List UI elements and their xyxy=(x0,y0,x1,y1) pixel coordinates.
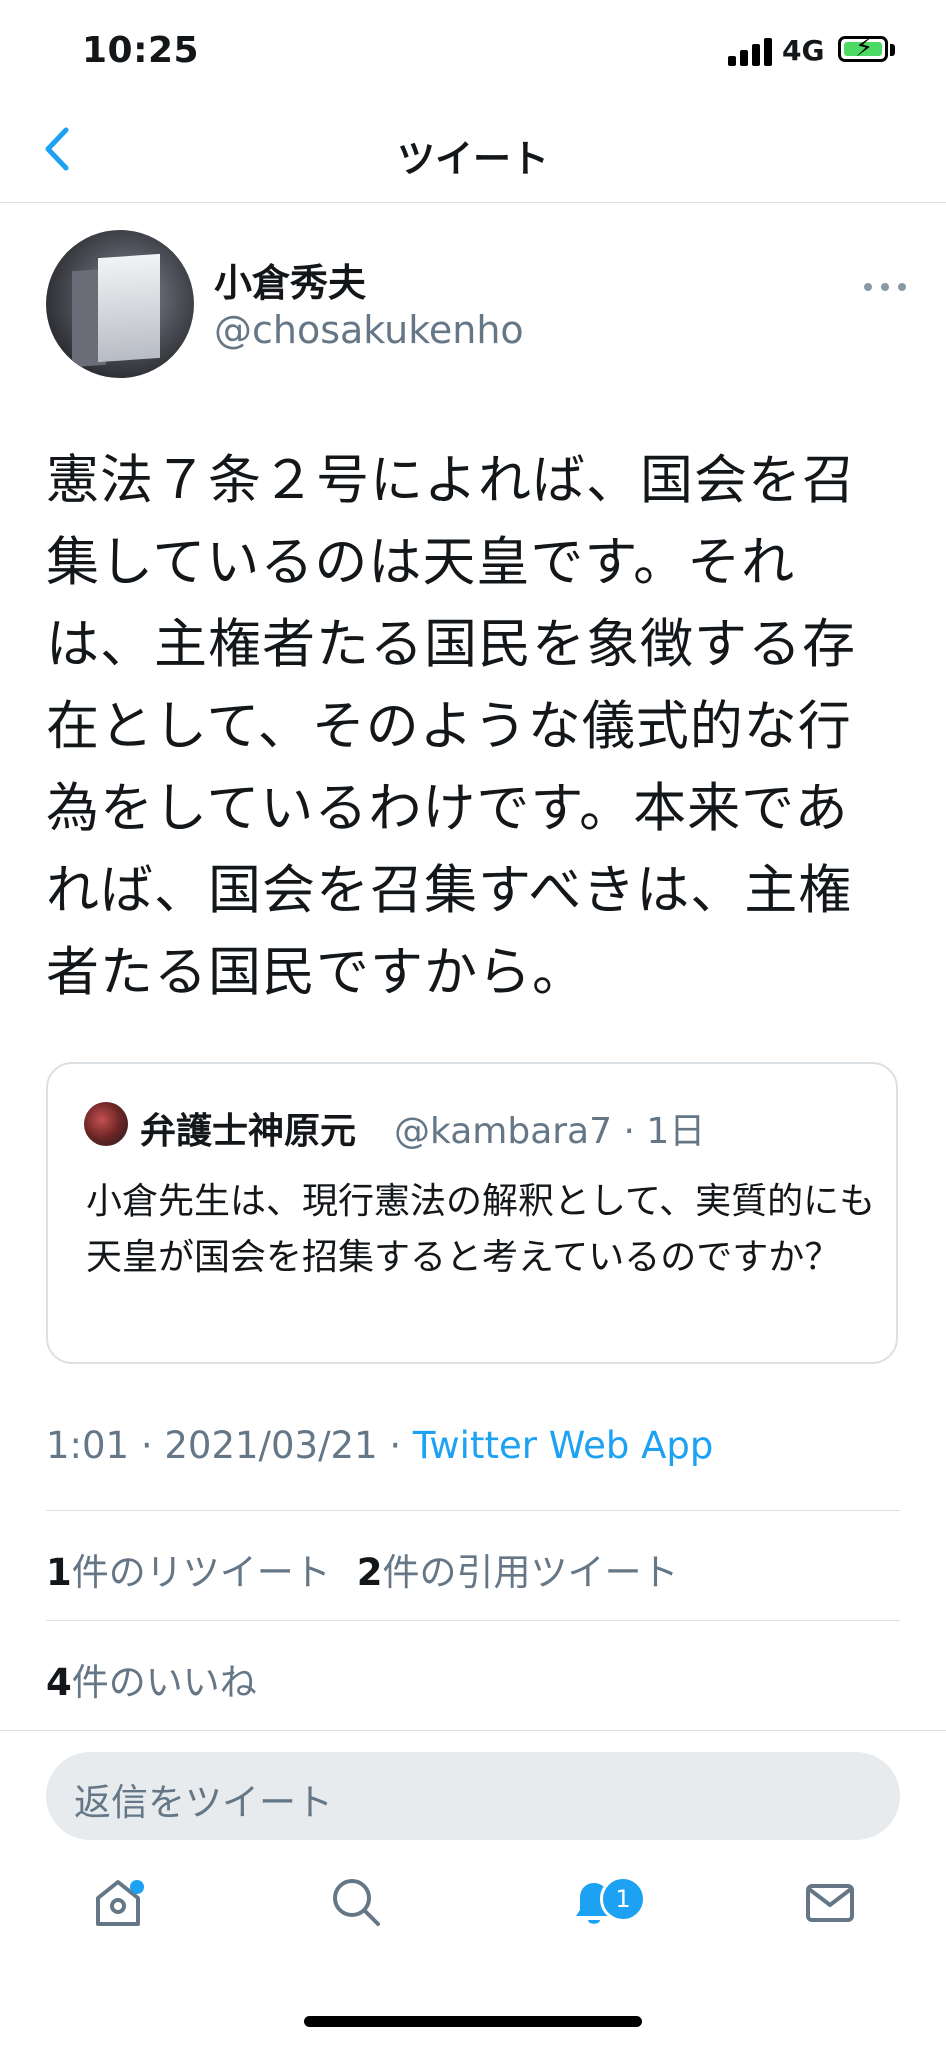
tweet-timestamp: 1:01 · 2021/03/21 · xyxy=(46,1424,413,1467)
reply-input[interactable]: 返信をツイート xyxy=(46,1752,900,1840)
divider xyxy=(46,1510,900,1511)
author-display-name[interactable]: 小倉秀夫 xyxy=(214,252,366,307)
quoted-display-name: 弁護士神原元 xyxy=(140,1111,357,1152)
nav-bar: ツイート xyxy=(0,100,946,203)
tab-messages[interactable] xyxy=(800,1872,860,1932)
charging-bolt-icon: ⚡ xyxy=(855,33,874,63)
likes-count: 4 xyxy=(46,1661,72,1704)
signal-icon xyxy=(728,36,772,66)
notification-badge: 1 xyxy=(600,1876,646,1922)
network-label: 4G xyxy=(782,34,825,67)
tab-search[interactable] xyxy=(326,1872,386,1932)
quoted-avatar xyxy=(84,1102,128,1146)
home-new-dot xyxy=(130,1880,144,1894)
tab-bar xyxy=(0,1850,946,1970)
retweets-stat[interactable]: 1件のリツイート xyxy=(46,1551,331,1594)
avatar[interactable] xyxy=(46,230,194,378)
tweet-author: 小倉秀夫 @chosakukenho xyxy=(46,230,906,380)
tweet-meta: 1:01 · 2021/03/21 · Twitter Web App xyxy=(46,1424,713,1467)
more-options-button[interactable] xyxy=(860,266,910,306)
status-bar: 10:25 4G ⚡ xyxy=(0,0,946,100)
retweets-count: 1 xyxy=(46,1551,72,1594)
quoted-tweet[interactable]: 弁護士神原元 @kambara7 · 1日 小倉先生は、現行憲法の解釈として、実… xyxy=(46,1062,898,1364)
quotes-stat[interactable]: 2件の引用ツイート xyxy=(357,1551,679,1594)
likes-label: 件のいいね xyxy=(71,1661,257,1704)
quotes-label: 件の引用ツイート xyxy=(382,1551,679,1594)
quoted-text: 小倉先生は、現行憲法の解釈として、実質的にも天皇が国会を招集すると考えているので… xyxy=(86,1181,876,1278)
page-title: ツイート xyxy=(396,137,549,181)
reply-placeholder: 返信をツイート xyxy=(74,1781,333,1824)
stats-row: 1件のリツイート 2件の引用ツイート xyxy=(46,1542,679,1596)
retweets-label: 件のリツイート xyxy=(71,1551,331,1594)
quotes-count: 2 xyxy=(356,1551,383,1594)
divider xyxy=(0,1730,946,1731)
quoted-handle-time: @kambara7 · 1日 xyxy=(394,1111,706,1152)
author-handle[interactable]: @chosakukenho xyxy=(214,308,524,352)
more-horizontal-icon xyxy=(864,283,906,291)
divider xyxy=(46,1620,900,1621)
tweet-text: 憲法７条２号によれば、国会を召集しているのは天皇です。それは、主権者たる国民を象… xyxy=(46,450,856,1003)
home-indicator[interactable] xyxy=(304,2016,642,2027)
battery-cap xyxy=(890,44,895,56)
tweet-source-link[interactable]: Twitter Web App xyxy=(413,1424,713,1467)
status-time: 10:25 xyxy=(82,30,200,71)
search-icon xyxy=(333,1879,380,1926)
likes-stat[interactable]: 4件のいいね xyxy=(46,1652,257,1706)
mail-icon xyxy=(806,1884,854,1922)
